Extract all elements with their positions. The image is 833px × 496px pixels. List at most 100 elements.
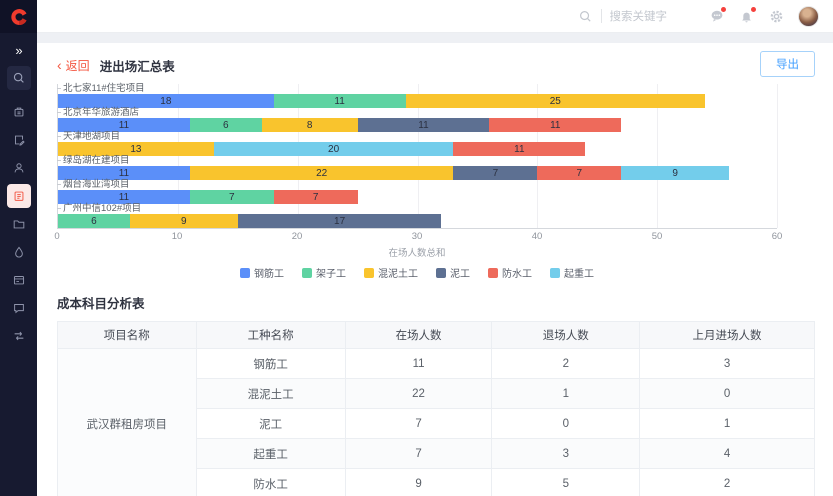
x-tick-label: 10 (172, 231, 183, 242)
sidebar-item-building[interactable] (7, 100, 31, 124)
bar-segment-防水工[interactable]: 11 (489, 118, 621, 132)
message-icon (12, 301, 26, 315)
chart-category-label: 北京年华旅游酒店 (58, 108, 777, 118)
bar-segment-混泥土工[interactable]: 8 (262, 118, 358, 132)
export-button[interactable]: 导出 (760, 51, 815, 77)
x-tick-label: 30 (412, 231, 423, 242)
content-area: ‹ 返回 进出场汇总表 导出 北七家11#住宅项目181125北京年华旅游酒店1… (37, 33, 833, 496)
stacked-bar: 11681111 (58, 118, 777, 132)
table-cell: 泥工 (196, 409, 345, 439)
legend-label: 泥工 (450, 265, 470, 280)
table-cell: 7 (345, 409, 492, 439)
bar-segment-架子工[interactable]: 6 (190, 118, 262, 132)
table-cell: 起重工 (196, 439, 345, 469)
bar-segment-钢筋工[interactable]: 18 (58, 94, 274, 108)
settings-button[interactable] (768, 8, 785, 25)
bar-segment-起重工[interactable]: 20 (214, 142, 454, 156)
notification-dot (721, 7, 726, 12)
table-cell: 22 (345, 379, 492, 409)
table-column-header: 在场人数 (345, 322, 492, 349)
bar-segment-钢筋工[interactable]: 11 (58, 118, 190, 132)
bar-segment-泥工[interactable]: 11 (358, 118, 490, 132)
legend-item-防水工[interactable]: 防水工 (488, 265, 532, 280)
sidebar-item-card[interactable] (7, 268, 31, 292)
bar-segment-防水工[interactable]: 7 (274, 190, 358, 204)
transfer-icon (12, 329, 26, 343)
sidebar-item-transfer[interactable] (7, 324, 31, 348)
bar-segment-泥工[interactable]: 7 (453, 166, 537, 180)
chart-category-label: 绿岛湖在建项目 (58, 156, 777, 166)
sidebar-item-message[interactable] (7, 296, 31, 320)
global-search[interactable]: 搜索关键字 (578, 8, 668, 24)
table-cell: 1 (492, 379, 640, 409)
bar-segment-架子工[interactable]: 11 (274, 94, 406, 108)
table-cell: 0 (492, 409, 640, 439)
app-logo[interactable] (0, 0, 37, 33)
sidebar-item-form[interactable] (7, 128, 31, 152)
x-tick-label: 40 (532, 231, 543, 242)
water-drop-icon (12, 245, 26, 259)
legend-item-起重工[interactable]: 起重工 (550, 265, 594, 280)
x-tick-label: 0 (54, 231, 59, 242)
legend-item-混泥土工[interactable]: 混泥土工 (364, 265, 418, 280)
table-cell: 11 (345, 349, 492, 379)
search-input[interactable]: 搜索关键字 (610, 8, 668, 24)
collapse-sidebar-button[interactable]: » (15, 43, 21, 58)
form-edit-icon (12, 133, 26, 147)
bar-segment-混泥土工[interactable]: 22 (190, 166, 454, 180)
bar-segment-防水工[interactable]: 11 (453, 142, 585, 156)
id-card-icon (12, 273, 26, 287)
sidebar-item-user[interactable] (7, 156, 31, 180)
notifications-button[interactable] (738, 8, 755, 25)
messages-button[interactable] (708, 8, 725, 25)
x-tick-label: 20 (292, 231, 303, 242)
x-tick-label: 60 (772, 231, 783, 242)
bar-segment-钢筋工[interactable]: 11 (58, 166, 190, 180)
table-cell: 2 (640, 469, 815, 496)
bar-segment-混泥土工[interactable]: 25 (406, 94, 706, 108)
sidebar-item-folder[interactable] (7, 212, 31, 236)
chart-bar-row: 北京年华旅游酒店11681111 (58, 108, 777, 132)
legend-swatch (436, 268, 446, 278)
bar-segment-防水工[interactable]: 7 (537, 166, 621, 180)
logo-c-icon (8, 6, 30, 28)
table-cell: 2 (492, 349, 640, 379)
chart-bar-row: 广州中信102#项目6917 (58, 204, 777, 228)
table-column-header: 退场人数 (492, 322, 640, 349)
back-chevron-icon[interactable]: ‹ (57, 58, 62, 72)
avatar[interactable] (798, 6, 819, 27)
building-icon (12, 105, 26, 119)
bar-segment-混泥土工[interactable]: 9 (130, 214, 238, 228)
bar-segment-混泥土工[interactable]: 13 (58, 142, 214, 156)
bar-segment-钢筋工[interactable]: 11 (58, 190, 190, 204)
chart-x-axis-title: 在场人数总和 (57, 245, 777, 259)
table-cell: 0 (640, 379, 815, 409)
topbar: 搜索关键字 (37, 0, 833, 33)
table-column-header: 项目名称 (58, 322, 197, 349)
table-cell: 防水工 (196, 469, 345, 496)
table-title: 成本科目分析表 (57, 293, 815, 312)
sidebar-item-water[interactable] (7, 240, 31, 264)
bar-segment-泥工[interactable]: 17 (238, 214, 442, 228)
table-header-row: 项目名称工种名称在场人数退场人数上月进场人数 (58, 322, 815, 349)
legend-item-钢筋工[interactable]: 钢筋工 (240, 265, 284, 280)
stacked-bar: 1122779 (58, 166, 777, 180)
report-panel: ‹ 返回 进出场汇总表 导出 北七家11#住宅项目181125北京年华旅游酒店1… (37, 43, 833, 496)
legend-swatch (488, 268, 498, 278)
stacked-bar: 132011 (58, 142, 777, 156)
chart-bar-row: 绿岛湖在建项目1122779 (58, 156, 777, 180)
project-name-cell: 武汉群租房项目 (58, 349, 197, 496)
user-icon (12, 161, 26, 175)
sidebar-item-attendance[interactable] (7, 184, 31, 208)
table-cell: 3 (640, 349, 815, 379)
table-cell: 3 (492, 439, 640, 469)
bar-segment-起重工[interactable]: 9 (621, 166, 729, 180)
cost-analysis-table: 项目名称工种名称在场人数退场人数上月进场人数武汉群租房项目钢筋工1123混泥土工… (57, 321, 815, 496)
legend-item-架子工[interactable]: 架子工 (302, 265, 346, 280)
bar-segment-架子工[interactable]: 7 (190, 190, 274, 204)
bar-segment-架子工[interactable]: 6 (58, 214, 130, 228)
back-button[interactable]: 返回 (66, 57, 90, 74)
sidebar-item-search[interactable] (7, 66, 31, 90)
chart-legend: 钢筋工 架子工 混泥土工 泥工 防水工 起重工 (57, 265, 777, 280)
legend-item-泥工[interactable]: 泥工 (436, 265, 470, 280)
